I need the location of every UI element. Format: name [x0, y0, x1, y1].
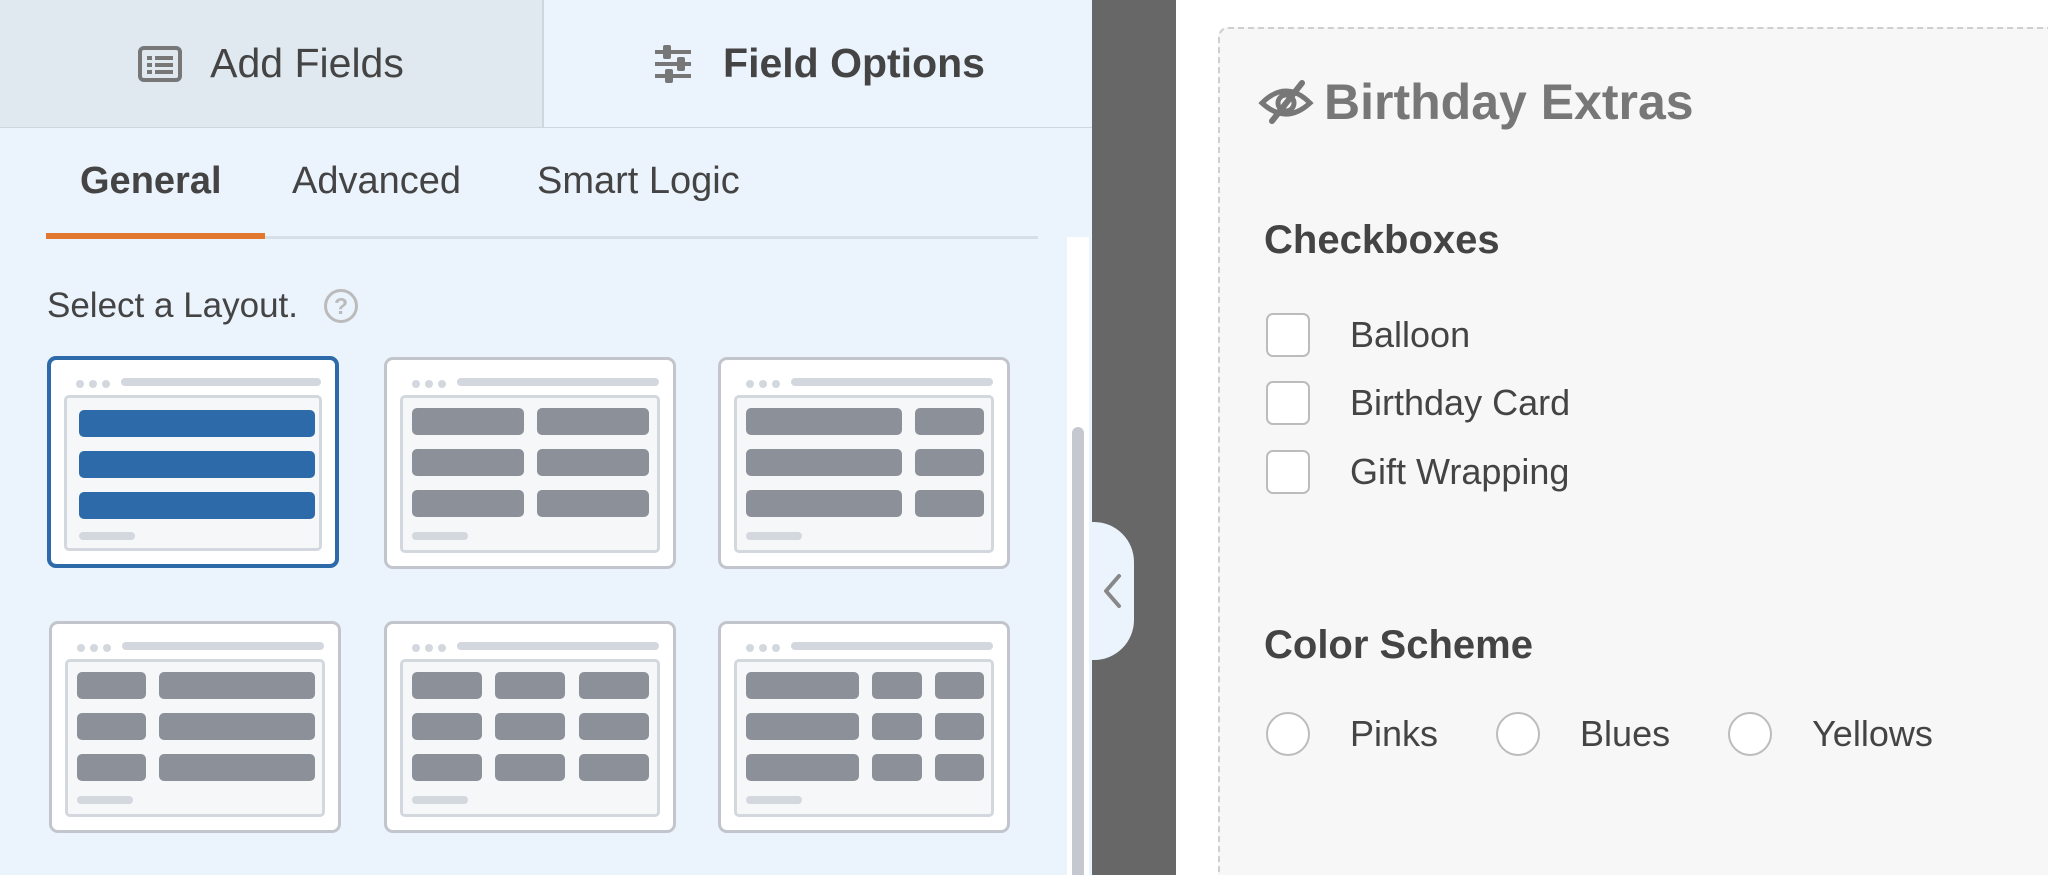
- layout-label-text: Select a Layout.: [47, 286, 298, 325]
- layout-column-bar: [412, 449, 524, 476]
- radio-option[interactable]: Yellows: [1728, 712, 1933, 756]
- layout-column-bar: [537, 408, 649, 435]
- layout-column-bar: [77, 754, 146, 781]
- chevron-left-icon: [1104, 574, 1121, 608]
- layout-column-bar: [935, 713, 984, 740]
- scrollbar-thumb[interactable]: [1072, 427, 1084, 875]
- layout-column-bar: [412, 754, 482, 781]
- layout-option-wide-narrow[interactable]: [718, 357, 1010, 569]
- layout-column-bar: [77, 672, 146, 699]
- layout-column-bar: [579, 754, 649, 781]
- checkbox-input[interactable]: [1266, 450, 1310, 494]
- layout-column-bar: [872, 672, 922, 699]
- layout-column-bar: [935, 672, 984, 699]
- radio-input[interactable]: [1266, 712, 1310, 756]
- radio-option-label: Pinks: [1350, 713, 1439, 754]
- layout-column-bar: [79, 492, 315, 519]
- window-dots: [746, 380, 780, 388]
- layout-column-bar: [746, 754, 859, 781]
- tab-field-options[interactable]: Field Options: [544, 0, 1092, 127]
- list-icon: [138, 45, 183, 82]
- layout-option-three-column[interactable]: [384, 621, 676, 833]
- options-subtabs: General Advanced Smart Logic: [46, 128, 1038, 239]
- window-dots: [77, 644, 111, 652]
- subtab-general[interactable]: General: [80, 160, 222, 203]
- layout-option-two-column[interactable]: [384, 357, 676, 569]
- subtab-advanced[interactable]: Advanced: [292, 160, 461, 203]
- layout-column-bar: [579, 672, 649, 699]
- layout-column-bar: [79, 451, 315, 478]
- tab-field-options-label: Field Options: [723, 40, 985, 86]
- layout-column-bar: [872, 754, 922, 781]
- radio-option-label: Yellows: [1812, 713, 1933, 754]
- radio-option[interactable]: Pinks: [1266, 712, 1438, 756]
- layout-column-bar: [495, 672, 565, 699]
- layout-column-bar: [915, 449, 984, 476]
- layout-column-bar: [915, 490, 984, 517]
- panel-divider: [1092, 0, 1176, 875]
- form-preview: Birthday Extras Checkboxes Balloon Birth…: [1176, 0, 2048, 875]
- radio-group: Pinks Blues Yellows: [1266, 712, 1991, 756]
- layout-column-bar: [412, 672, 482, 699]
- color-scheme-field-label: Color Scheme: [1264, 623, 1533, 667]
- radio-option-label: Blues: [1580, 713, 1671, 754]
- tab-add-fields[interactable]: Add Fields: [0, 0, 544, 127]
- layout-column-bar: [495, 754, 565, 781]
- checkbox-option-label: Balloon: [1350, 314, 1471, 355]
- layout-column-bar: [746, 490, 902, 517]
- layout-option-narrow-wide[interactable]: [49, 621, 341, 833]
- layout-column-bar: [915, 408, 984, 435]
- layout-option-wide-two-narrow[interactable]: [718, 621, 1010, 833]
- window-dots: [412, 380, 446, 388]
- layout-column-bar: [159, 713, 315, 740]
- radio-option[interactable]: Blues: [1496, 712, 1670, 756]
- radio-input[interactable]: [1496, 712, 1541, 756]
- layout-column-bar: [77, 713, 146, 740]
- radio-input[interactable]: [1728, 712, 1773, 756]
- layout-column-bar: [159, 672, 315, 699]
- layout-option-one-column[interactable]: [47, 356, 339, 568]
- layout-column-bar: [537, 449, 649, 476]
- window-dots: [412, 644, 446, 652]
- layout-column-bar: [579, 713, 649, 740]
- checkbox-input[interactable]: [1266, 313, 1310, 357]
- tab-add-fields-label: Add Fields: [210, 40, 404, 86]
- layout-column-bar: [746, 449, 902, 476]
- layout-column-bar: [746, 713, 859, 740]
- field-options-panel: Add Fields Field Options General Advance…: [0, 0, 1092, 875]
- window-dots: [746, 644, 780, 652]
- checkbox-option[interactable]: Birthday Card: [1266, 381, 1570, 425]
- window-dots: [76, 380, 110, 388]
- layout-column-bar: [872, 713, 922, 740]
- layout-column-bar: [746, 408, 902, 435]
- checkbox-option-label: Gift Wrapping: [1350, 451, 1570, 492]
- active-subtab-indicator: [46, 233, 265, 239]
- checkbox-option[interactable]: Balloon: [1266, 313, 1470, 357]
- layout-label: Select a Layout. ?: [47, 286, 358, 326]
- layout-column-bar: [746, 672, 859, 699]
- help-icon[interactable]: ?: [324, 289, 358, 323]
- checkbox-option[interactable]: Gift Wrapping: [1266, 450, 1569, 494]
- eye-slash-icon: [1258, 80, 1314, 124]
- checkbox-option-label: Birthday Card: [1350, 382, 1571, 423]
- layout-column-bar: [412, 490, 524, 517]
- form-title-text: Birthday Extras: [1324, 74, 1694, 130]
- layout-column-bar: [159, 754, 315, 781]
- layout-column-bar: [935, 754, 984, 781]
- form-title: Birthday Extras: [1258, 73, 1694, 131]
- subtab-smart-logic[interactable]: Smart Logic: [537, 160, 740, 203]
- collapse-panel-button[interactable]: [1092, 522, 1134, 660]
- checkbox-input[interactable]: [1266, 381, 1310, 425]
- layout-column-bar: [79, 410, 315, 437]
- sliders-icon: [655, 44, 692, 83]
- layout-column-bar: [537, 490, 649, 517]
- layout-column-bar: [495, 713, 565, 740]
- panel-tabs: Add Fields Field Options: [0, 0, 1092, 128]
- layout-column-bar: [412, 713, 482, 740]
- layout-column-bar: [412, 408, 524, 435]
- checkboxes-field-label: Checkboxes: [1264, 218, 1500, 262]
